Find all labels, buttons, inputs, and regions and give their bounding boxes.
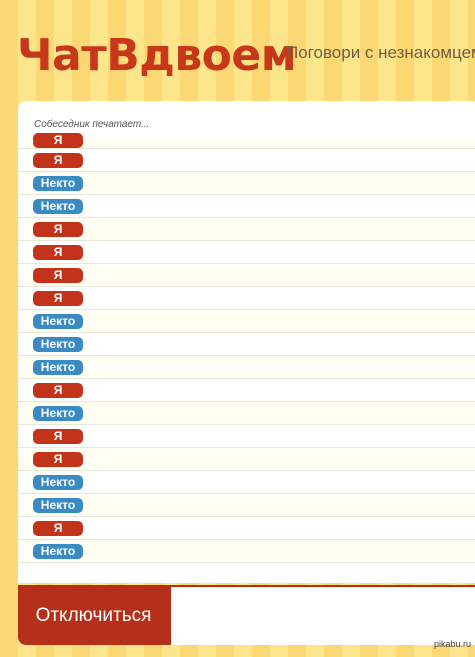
message-row: Я <box>18 448 475 471</box>
watermark: pikabu.ru <box>433 639 471 649</box>
site-logo[interactable]: ЧатВдвоем <box>17 30 297 82</box>
message-row: Я <box>18 379 475 402</box>
message-row: Я <box>18 287 475 310</box>
message-row: Некто <box>18 471 475 494</box>
sender-badge-me: Я <box>33 222 83 237</box>
message-row: Я <box>18 425 475 448</box>
sender-badge-me: Я <box>33 133 83 148</box>
sender-badge-me: Я <box>33 383 83 398</box>
message-row: Некто <box>18 195 475 218</box>
sender-badge-me: Я <box>33 521 83 536</box>
sender-badge-me: Я <box>33 429 83 444</box>
message-input[interactable] <box>169 587 475 645</box>
sender-badge-stranger: Некто <box>33 314 83 329</box>
sender-badge-stranger: Некто <box>33 406 83 421</box>
message-row: Некто <box>18 310 475 333</box>
sender-badge-stranger: Некто <box>33 360 83 375</box>
sender-badge-stranger: Некто <box>33 199 83 214</box>
sender-badge-stranger: Некто <box>33 176 83 191</box>
message-row: Я <box>18 264 475 287</box>
sender-badge-stranger: Некто <box>33 544 83 559</box>
message-row: Некто <box>18 333 475 356</box>
typing-status: Собеседник печатает... <box>34 119 150 130</box>
chat-controls: Отключиться <box>18 585 475 645</box>
message-row: Некто <box>18 172 475 195</box>
message-row: Я <box>18 241 475 264</box>
header: ЧатВдвоем Поговори с незнакомцем <box>0 0 475 100</box>
message-row: Некто <box>18 494 475 517</box>
message-row: Я <box>18 218 475 241</box>
disconnect-button[interactable]: Отключиться <box>18 587 169 645</box>
message-row: Я <box>18 133 475 149</box>
message-row: Некто <box>18 402 475 425</box>
sender-badge-me: Я <box>33 452 83 467</box>
sender-badge-me: Я <box>33 153 83 168</box>
message-row: Некто <box>18 356 475 379</box>
message-row: Я <box>18 149 475 172</box>
site-tagline: Поговори с незнакомцем <box>286 43 475 62</box>
message-row: Некто <box>18 540 475 563</box>
sender-badge-me: Я <box>33 291 83 306</box>
sender-badge-me: Я <box>33 268 83 283</box>
chat-panel: Собеседник печатает... Я Я Некто Некто Я Я Я Я Н… <box>18 101 475 583</box>
sender-badge-me: Я <box>33 245 83 260</box>
message-row: Я <box>18 517 475 540</box>
sender-badge-stranger: Некто <box>33 337 83 352</box>
sender-badge-stranger: Некто <box>33 498 83 513</box>
sender-badge-stranger: Некто <box>33 475 83 490</box>
message-list[interactable]: Я Я Некто Некто Я Я Я Я Некто Некто Некто Я Некто Я Я Н… <box>18 133 475 563</box>
